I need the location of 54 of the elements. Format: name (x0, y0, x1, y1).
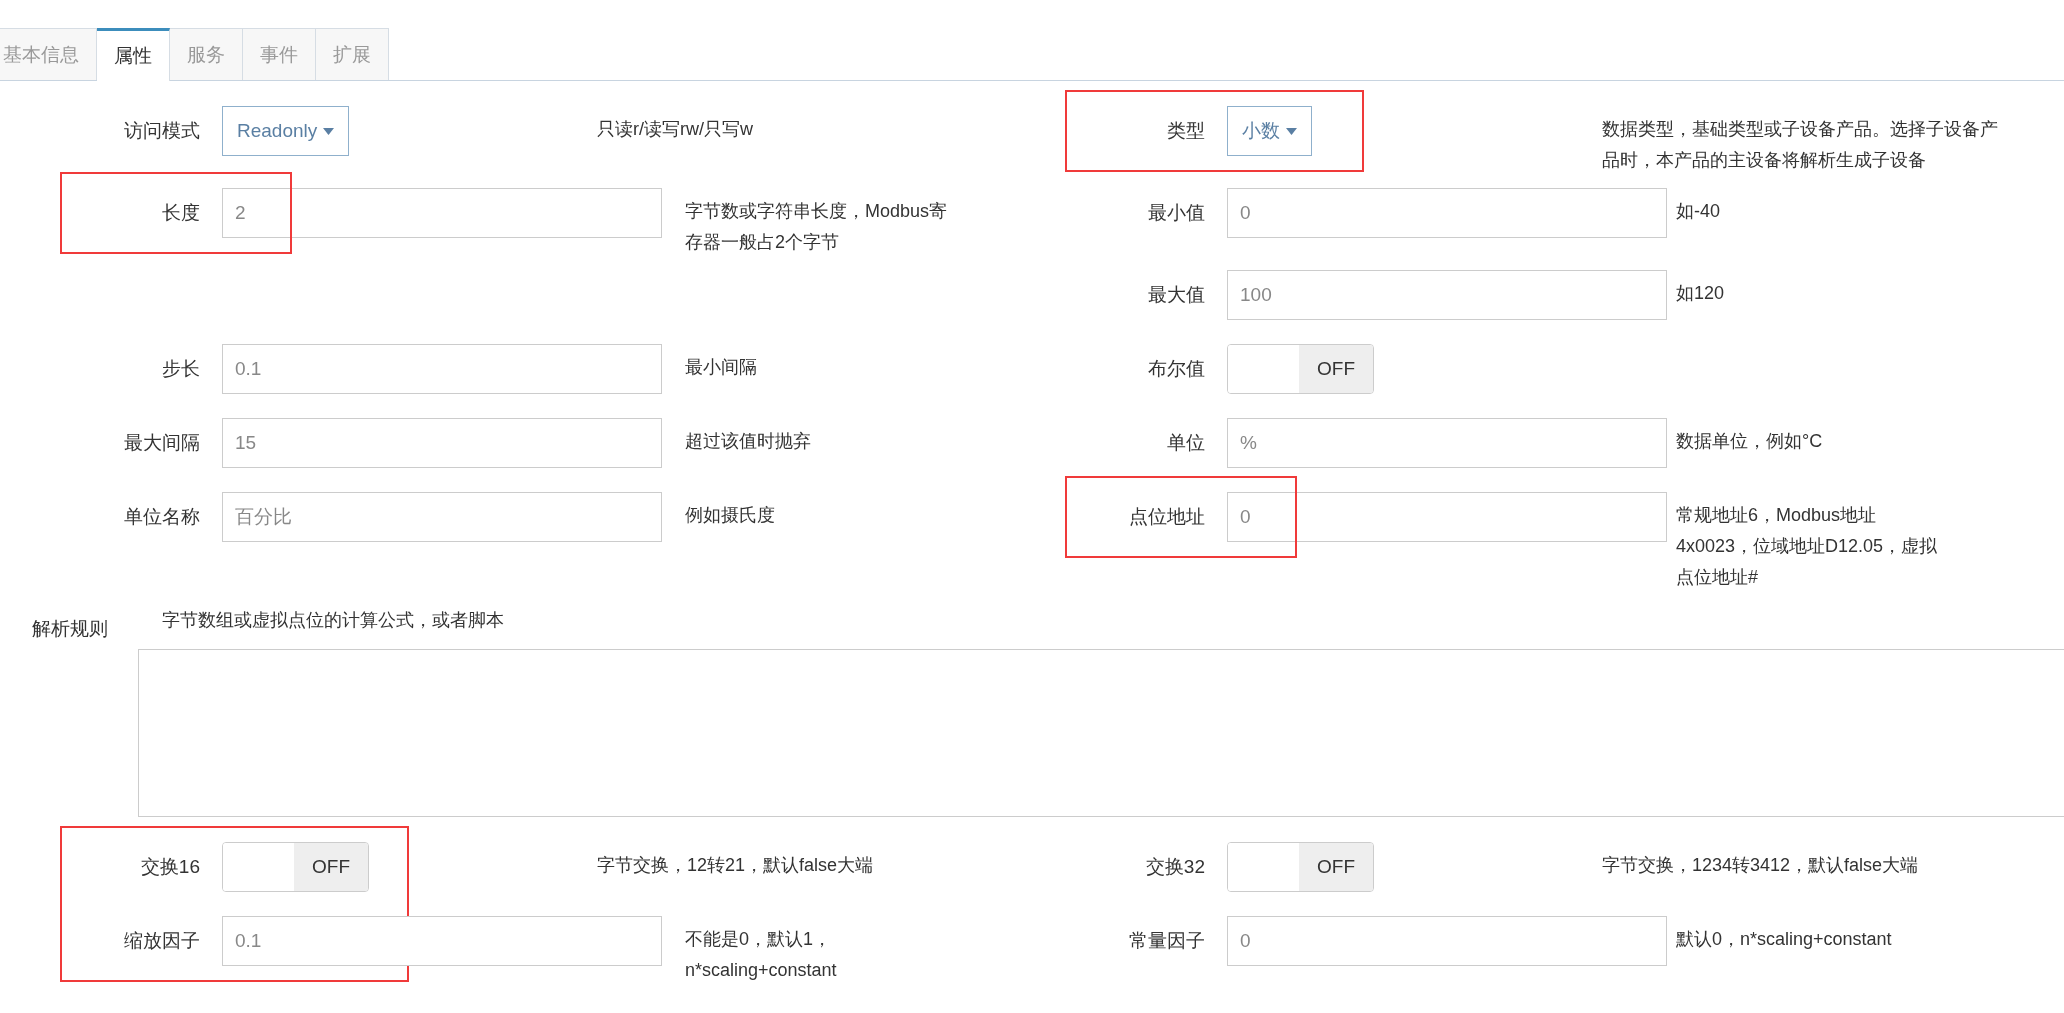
text-input[interactable]: 0 (1227, 492, 1667, 542)
field-label: 步长 (161, 357, 201, 381)
field-label: 最大值 (1147, 283, 1206, 307)
help-text: 数据类型，基础类型或子设备产品。选择子设备产品时，本产品的主设备将解析生成子设备 (1602, 118, 1999, 172)
text-input[interactable]: 0.1 (222, 344, 662, 394)
help-text: 只读r/读写rw/只写w (597, 118, 754, 141)
toggle-switch[interactable]: OFF (1227, 344, 1374, 394)
toggle-switch[interactable]: OFF (222, 842, 369, 892)
text-input[interactable]: 2 (222, 188, 662, 238)
help-text: 超过该值时抛弃 (685, 430, 812, 453)
field-label: 单位名称 (123, 505, 201, 529)
help-text: 最小间隔 (685, 356, 758, 379)
toggle-switch[interactable]: OFF (1227, 842, 1374, 892)
field-label: 最小值 (1147, 201, 1206, 225)
tab[interactable]: 服务 (170, 28, 243, 80)
text-input[interactable]: 0 (1227, 188, 1667, 238)
field-label: 缩放因子 (123, 929, 201, 953)
help-text: 默认0，n*scaling+constant (1676, 928, 1893, 951)
help-text: 字节交换，1234转3412，默认false大端 (1602, 854, 1920, 877)
field-label: 交换32 (1144, 855, 1206, 879)
help-text: 如120 (1676, 282, 1726, 305)
field-label: 最大间隔 (123, 431, 201, 455)
text-input[interactable]: 15 (222, 418, 662, 468)
field-label: 交换16 (139, 855, 201, 879)
help-text: 常规地址6，Modbus地址4x0023，位域地址D12.05，虚拟点位地址# (1676, 504, 1939, 589)
dropdown-select[interactable]: Readonly (222, 106, 350, 156)
field-label: 访问模式 (123, 119, 201, 143)
tab[interactable]: 基本信息 (0, 28, 97, 80)
text-input[interactable]: 100 (1227, 270, 1667, 320)
field-label: 单位 (1166, 431, 1206, 455)
field-label: 常量因子 (1128, 929, 1206, 953)
help-text: 不能是0，默认1，n*scaling+constant (685, 928, 838, 982)
dropdown-select[interactable]: 小数 (1227, 106, 1312, 156)
help-text: 如-40 (1676, 200, 1721, 223)
text-input[interactable]: 0 (1227, 916, 1667, 966)
field-label: 布尔值 (1147, 357, 1206, 381)
help-text: 字节交换，12转21，默认false大端 (597, 854, 875, 877)
caret-icon (1286, 127, 1297, 135)
caret-icon (323, 127, 335, 135)
field-label: 类型 (1166, 119, 1206, 143)
tab[interactable]: 扩展 (316, 28, 389, 80)
tab[interactable]: 属性 (97, 28, 170, 81)
help-text: 例如摄氏度 (685, 504, 776, 527)
tab[interactable]: 事件 (243, 28, 316, 80)
field-label: 点位地址 (1128, 505, 1206, 529)
text-input[interactable]: 0.1 (222, 916, 662, 966)
textarea-field[interactable] (138, 649, 2064, 817)
help-text: 数据单位，例如°C (1676, 430, 1824, 453)
text-input[interactable]: 百分比 (222, 492, 662, 542)
text-input[interactable]: % (1227, 418, 1667, 468)
field-label: 解析规则 (31, 617, 109, 641)
help-text: 字节数或字符串长度，Modbus寄存器一般占2个字节 (685, 200, 949, 254)
help-text: 字节数组或虚拟点位的计算公式，或者脚本 (161, 609, 505, 632)
field-label: 长度 (161, 201, 201, 225)
